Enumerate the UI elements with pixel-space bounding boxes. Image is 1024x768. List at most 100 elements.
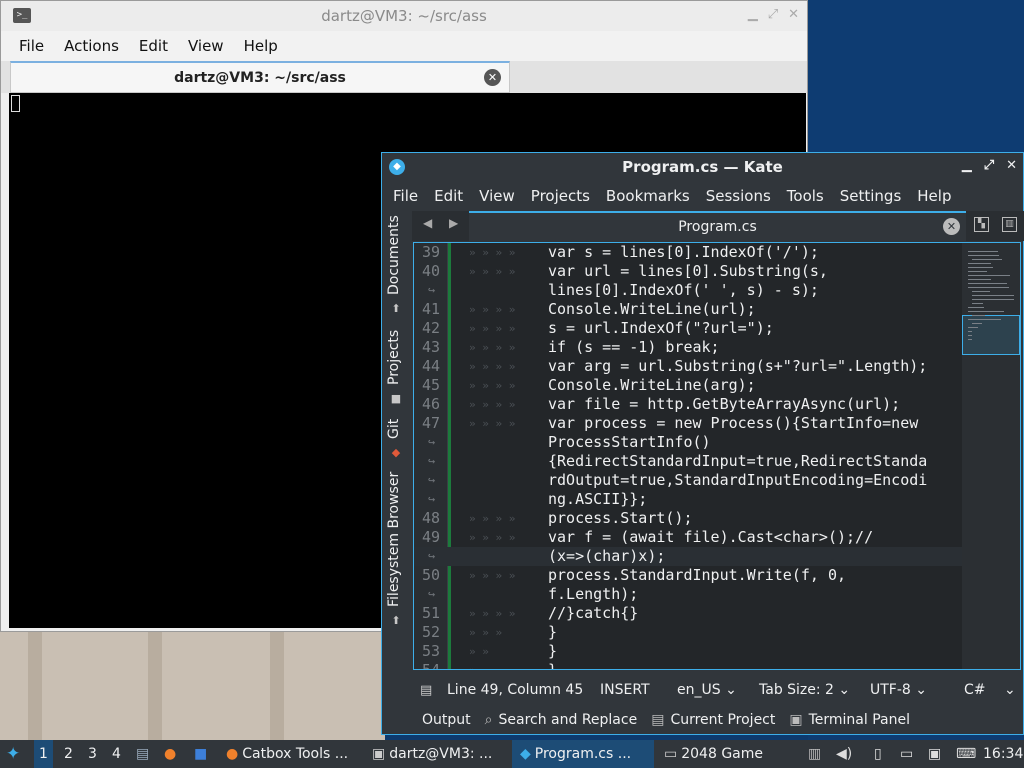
files-launcher-icon[interactable]: ▤: [136, 740, 149, 768]
code-line[interactable]: 50 » » » » process.StandardInput.Write(f, …: [414, 566, 962, 585]
tab-close-icon[interactable]: ✕: [484, 69, 501, 86]
task-catbox-tools[interactable]: ● Catbox Tools ...: [226, 740, 348, 768]
minimize-icon[interactable]: ▁: [748, 7, 758, 22]
desktop-1[interactable]: 1: [34, 740, 53, 768]
terminal-tab[interactable]: dartz@VM3: ~/src/ass ✕: [10, 61, 510, 93]
minimap-line: [968, 255, 999, 256]
syntax-selector[interactable]: C#: [964, 682, 986, 698]
code-line[interactable]: 51 » » » » //}catch{}: [414, 604, 962, 623]
side-tab-git[interactable]: Git: [386, 419, 402, 439]
menu-tools[interactable]: Tools: [779, 187, 832, 205]
dictionary-selector[interactable]: en_US ⌄: [677, 682, 737, 698]
notes-icon[interactable]: ▯: [874, 740, 882, 768]
chevron-down-icon[interactable]: ⌄: [1004, 682, 1016, 698]
menu-edit[interactable]: Edit: [426, 187, 471, 205]
close-icon[interactable]: ✕: [788, 7, 799, 22]
menu-bookmarks[interactable]: Bookmarks: [598, 187, 698, 205]
maximize-icon[interactable]: ⤢: [984, 158, 994, 173]
desktop-2[interactable]: 2: [64, 740, 73, 768]
minimap-line: [972, 299, 1014, 300]
close-icon[interactable]: ✕: [1006, 158, 1017, 173]
firefox-launcher-icon[interactable]: ●: [164, 740, 176, 768]
document-tab[interactable]: Program.cs ✕: [469, 211, 966, 241]
chevron-down-icon: ⌄: [838, 682, 851, 698]
code-line[interactable]: 48 » » » » process.Start();: [414, 509, 962, 528]
indent-marker: »: [469, 661, 476, 669]
line-number: 39: [421, 243, 440, 261]
menu-help[interactable]: Help: [909, 187, 959, 205]
code-line[interactable]: ↪ lines[0].IndexOf(' ', s) - s);: [414, 281, 962, 300]
code-editor[interactable]: 39» » » » var s = lines[0].IndexOf('/'); 4…: [413, 242, 1021, 670]
code-line[interactable]: 49 » » » » var f = (await file).Cast<char>…: [414, 528, 962, 547]
app-menu-icon[interactable]: ✦: [6, 740, 20, 768]
terminal-titlebar[interactable]: >_ dartz@VM3: ~/src/ass ▁ ⤢ ✕: [1, 1, 807, 31]
minimize-icon[interactable]: ▁: [962, 158, 972, 173]
task-2048-game[interactable]: ▭ 2048 Game: [664, 740, 763, 768]
clock[interactable]: 16:34: [983, 740, 1023, 768]
code-line[interactable]: 42 » » » » s = url.IndexOf("?url=");: [414, 319, 962, 338]
code-line[interactable]: 43 » » » » if (s == -1) break;: [414, 338, 962, 357]
network-icon[interactable]: ▣: [928, 740, 941, 768]
code-line[interactable]: ↪ (x=>(char)x);: [414, 547, 962, 566]
code-text: }: [548, 661, 558, 670]
code-line[interactable]: 44 » » » » var arg = url.Substring(s+"?url…: [414, 357, 962, 376]
code-line[interactable]: 45 » » » » Console.WriteLine(arg);: [414, 376, 962, 395]
clipboard-icon[interactable]: ▥: [808, 740, 821, 768]
tool-output[interactable]: Output: [422, 712, 471, 728]
desktop-4[interactable]: 4: [112, 740, 121, 768]
menu-view[interactable]: View: [178, 37, 234, 55]
task-kate[interactable]: ◆ Program.cs ...: [512, 740, 654, 768]
folder-launcher-icon[interactable]: ■: [194, 740, 207, 768]
cursor-position[interactable]: Line 49, Column 45: [447, 682, 583, 698]
tool-current-project[interactable]: Current Project: [670, 712, 775, 728]
encoding-selector[interactable]: UTF-8 ⌄: [870, 682, 927, 698]
code-line[interactable]: 41 » » » » Console.WriteLine(url);: [414, 300, 962, 319]
menu-actions[interactable]: Actions: [54, 37, 129, 55]
quick-open-icon[interactable]: ▚: [974, 217, 989, 232]
code-line[interactable]: 46 » » » » var file = http.GetByteArrayAsy…: [414, 395, 962, 414]
keyboard-icon[interactable]: ⌨: [956, 740, 976, 768]
wrap-indicator-icon: ↪: [428, 283, 436, 297]
display-icon[interactable]: ▭: [900, 740, 913, 768]
code-line[interactable]: 52 » » »}: [414, 623, 962, 642]
indent-marker: » » » »: [469, 322, 516, 335]
side-tab-documents[interactable]: Documents: [386, 215, 402, 295]
menu-edit[interactable]: Edit: [129, 37, 178, 55]
menu-file[interactable]: File: [9, 37, 54, 55]
task-terminal[interactable]: ▣ dartz@VM3: ...: [372, 740, 492, 768]
tab-size-selector[interactable]: Tab Size: 2 ⌄: [759, 682, 850, 698]
side-tab-projects[interactable]: Projects: [386, 330, 402, 385]
minimap-line: [968, 283, 1007, 284]
menu-settings[interactable]: Settings: [832, 187, 910, 205]
minimap[interactable]: [962, 243, 1020, 669]
code-line[interactable]: 54 »}: [414, 661, 962, 670]
menu-projects[interactable]: Projects: [523, 187, 598, 205]
volume-icon[interactable]: ◀): [836, 740, 852, 768]
code-line[interactable]: ↪ rdOutput=true,StandardInputEncoding=Enc…: [414, 471, 962, 490]
maximize-icon[interactable]: ⤢: [768, 7, 778, 22]
code-line[interactable]: ↪ {RedirectStandardInput=true,RedirectSta…: [414, 452, 962, 471]
code-line[interactable]: ↪ ProcessStartInfo(): [414, 433, 962, 452]
code-line[interactable]: 53 » »}: [414, 642, 962, 661]
code-line[interactable]: 47 » » » » var process = new Process(){Sta…: [414, 414, 962, 433]
split-view-icon[interactable]: ▥: [1002, 217, 1017, 232]
side-tab-filesystem-browser[interactable]: Filesystem Browser: [386, 472, 402, 607]
tool-terminal-panel[interactable]: Terminal Panel: [809, 712, 910, 728]
menu-sessions[interactable]: Sessions: [698, 187, 779, 205]
menu-file[interactable]: File: [385, 187, 426, 205]
filesystem-icon: ⬆: [391, 614, 401, 627]
input-mode[interactable]: INSERT: [600, 682, 650, 698]
menu-help[interactable]: Help: [234, 37, 288, 55]
tool-search-and-replace[interactable]: Search and Replace: [498, 712, 637, 728]
code-line[interactable]: ↪ ng.ASCII}};: [414, 490, 962, 509]
code-line[interactable]: 39 » » » » var s = lines[0].IndexOf('/');: [414, 243, 962, 262]
code-line[interactable]: 40 » » » » var url = lines[0].Substring(s,: [414, 262, 962, 281]
code-line[interactable]: ↪ f.Length);: [414, 585, 962, 604]
desktop-3[interactable]: 3: [88, 740, 97, 768]
tab-close-icon[interactable]: ✕: [943, 218, 960, 235]
kate-titlebar[interactable]: ◆ Program.cs — Kate ▁ ⤢ ✕: [382, 153, 1023, 181]
tab-scroll-right-icon[interactable]: ▶: [449, 216, 458, 230]
tab-scroll-left-icon[interactable]: ◀: [423, 216, 432, 230]
line-number: 51: [421, 604, 440, 622]
menu-view[interactable]: View: [471, 187, 523, 205]
